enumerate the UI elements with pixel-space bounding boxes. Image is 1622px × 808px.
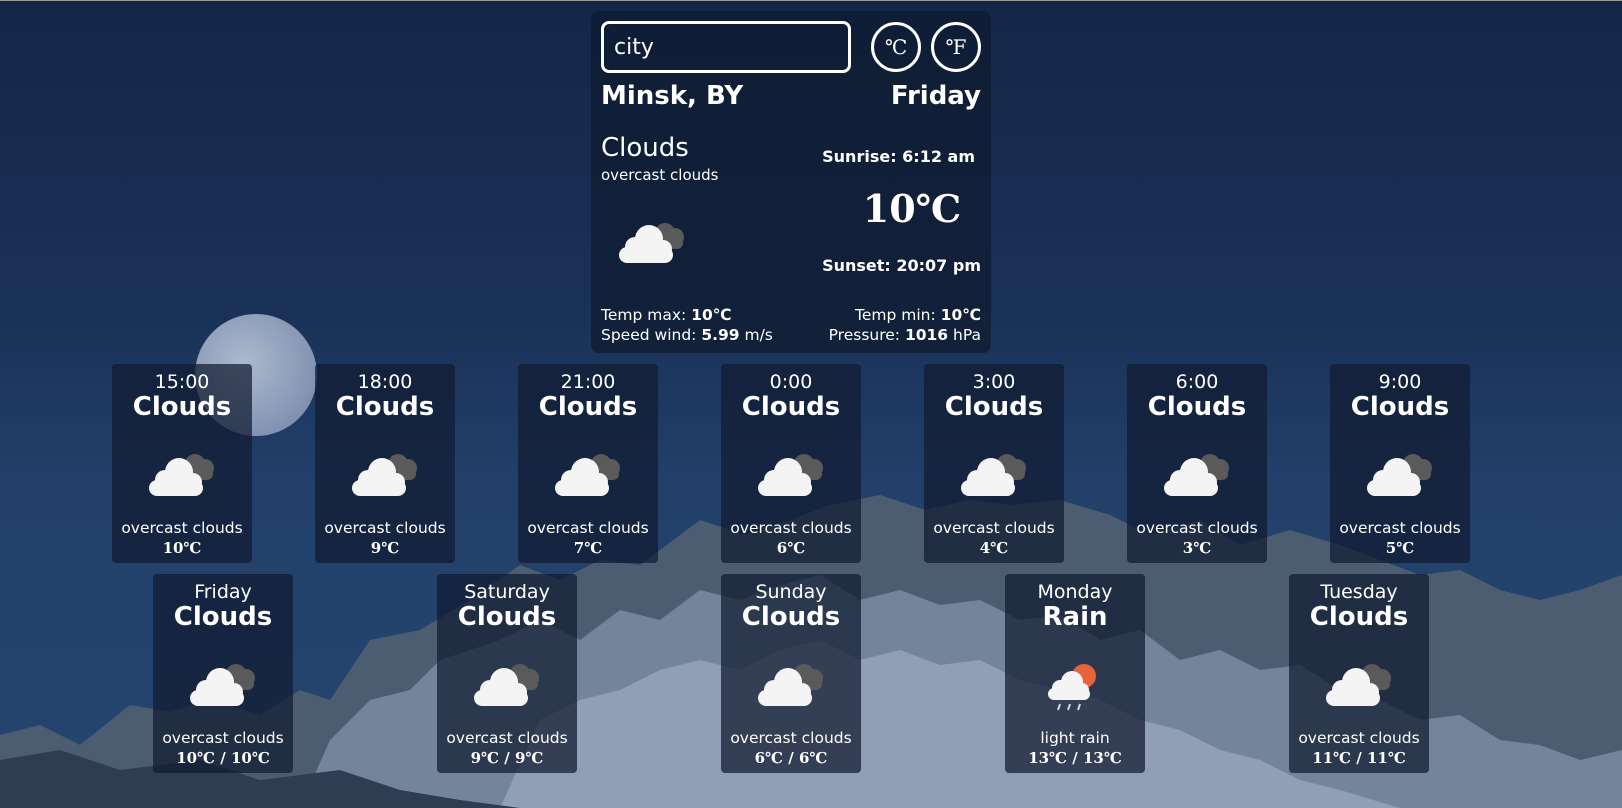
sunrise-time: Sunrise: 6:12 am — [822, 147, 975, 166]
overcast-clouds-icon — [613, 209, 689, 273]
hourly-description: overcast clouds — [527, 519, 649, 537]
light-rain-icon — [1040, 654, 1110, 716]
hourly-card: 21:00 Clouds overcast clouds 7℃ — [518, 364, 658, 563]
hourly-condition: Clouds — [741, 392, 841, 422]
hourly-label: 15:00 — [154, 371, 210, 393]
daily-temperature: 11℃ / 11℃ — [1312, 749, 1406, 767]
hourly-condition: Clouds — [538, 392, 638, 422]
daily-card: Sunday Clouds overcast clouds 6℃ / 6℃ — [721, 574, 861, 773]
hourly-temperature: 4℃ — [979, 539, 1009, 557]
current-description: overcast clouds — [601, 166, 719, 184]
hourly-card: 18:00 Clouds overcast clouds 9℃ — [315, 364, 455, 563]
current-weather-card: ℃ ℉ Minsk, BY Friday Clouds overcast clo… — [591, 11, 991, 353]
city-search-input[interactable] — [601, 21, 851, 73]
daily-card: Saturday Clouds overcast clouds 9℃ / 9℃ — [437, 574, 577, 773]
daily-condition: Clouds — [173, 602, 273, 632]
overcast-clouds-icon — [350, 444, 420, 506]
hourly-card: 3:00 Clouds overcast clouds 4℃ — [924, 364, 1064, 563]
hourly-description: overcast clouds — [121, 519, 243, 537]
hourly-condition: Clouds — [1350, 392, 1450, 422]
hourly-description: overcast clouds — [1136, 519, 1258, 537]
celsius-button[interactable]: ℃ — [871, 22, 921, 72]
overcast-clouds-icon — [1162, 444, 1232, 506]
hourly-description: overcast clouds — [324, 519, 446, 537]
overcast-clouds-icon — [959, 444, 1029, 506]
overcast-clouds-icon — [756, 444, 826, 506]
hourly-temperature: 3℃ — [1182, 539, 1212, 557]
hourly-description: overcast clouds — [730, 519, 852, 537]
temp-min: Temp min: 10℃ — [855, 306, 981, 324]
hourly-condition: Clouds — [1147, 392, 1247, 422]
overcast-clouds-icon — [147, 444, 217, 506]
hourly-card: 6:00 Clouds overcast clouds 3℃ — [1127, 364, 1267, 563]
overcast-clouds-icon — [553, 444, 623, 506]
hourly-card: 0:00 Clouds overcast clouds 6℃ — [721, 364, 861, 563]
daily-label: Saturday — [464, 581, 550, 603]
hourly-description: overcast clouds — [933, 519, 1055, 537]
hourly-temperature: 7℃ — [573, 539, 603, 557]
hourly-label: 18:00 — [357, 371, 413, 393]
daily-label: Friday — [194, 581, 252, 603]
hourly-label: 21:00 — [560, 371, 616, 393]
daily-condition: Clouds — [741, 602, 841, 632]
hourly-description: overcast clouds — [1339, 519, 1461, 537]
overcast-clouds-icon — [188, 654, 258, 716]
daily-description: overcast clouds — [162, 729, 284, 747]
hourly-card: 15:00 Clouds overcast clouds 10℃ — [112, 364, 252, 563]
daily-temperature: 9℃ / 9℃ — [470, 749, 544, 767]
temp-max: Temp max: 10℃ — [601, 306, 732, 324]
hourly-card: 9:00 Clouds overcast clouds 5℃ — [1330, 364, 1470, 563]
current-temperature: 10℃ — [862, 186, 962, 231]
daily-description: overcast clouds — [1298, 729, 1420, 747]
location-name: Minsk, BY — [601, 81, 744, 111]
hourly-label: 6:00 — [1175, 371, 1219, 393]
daily-temperature: 10℃ / 10℃ — [176, 749, 270, 767]
hourly-temperature: 6℃ — [776, 539, 806, 557]
hourly-label: 0:00 — [769, 371, 813, 393]
hourly-condition: Clouds — [335, 392, 435, 422]
overcast-clouds-icon — [1324, 654, 1394, 716]
wind-speed: Speed wind: 5.99 m/s — [601, 326, 773, 344]
daily-temperature: 6℃ / 6℃ — [754, 749, 828, 767]
daily-label: Monday — [1037, 581, 1113, 603]
daily-card: Monday Rain light rain 13℃ / 13℃ — [1005, 574, 1145, 773]
hourly-temperature: 10℃ — [162, 539, 202, 557]
overcast-clouds-icon — [1365, 444, 1435, 506]
hourly-temperature: 5℃ — [1385, 539, 1415, 557]
pressure: Pressure: 1016 hPa — [828, 326, 981, 344]
current-condition: Clouds — [601, 133, 689, 163]
hourly-temperature: 9℃ — [370, 539, 400, 557]
overcast-clouds-icon — [756, 654, 826, 716]
hourly-label: 9:00 — [1378, 371, 1422, 393]
current-day: Friday — [890, 81, 981, 111]
daily-description: light rain — [1040, 729, 1110, 747]
sunset-time: Sunset: 20:07 pm — [822, 256, 981, 275]
hourly-condition: Clouds — [132, 392, 232, 422]
daily-condition: Rain — [1042, 602, 1108, 632]
daily-condition: Clouds — [457, 602, 557, 632]
daily-card: Friday Clouds overcast clouds 10℃ / 10℃ — [153, 574, 293, 773]
daily-temperature: 13℃ / 13℃ — [1028, 749, 1122, 767]
daily-label: Sunday — [755, 581, 827, 603]
daily-card: Tuesday Clouds overcast clouds 11℃ / 11℃ — [1289, 574, 1429, 773]
daily-condition: Clouds — [1309, 602, 1409, 632]
daily-description: overcast clouds — [446, 729, 568, 747]
hourly-condition: Clouds — [944, 392, 1044, 422]
daily-description: overcast clouds — [730, 729, 852, 747]
daily-label: Tuesday — [1320, 581, 1398, 603]
overcast-clouds-icon — [472, 654, 542, 716]
hourly-label: 3:00 — [972, 371, 1016, 393]
fahrenheit-button[interactable]: ℉ — [931, 22, 981, 72]
